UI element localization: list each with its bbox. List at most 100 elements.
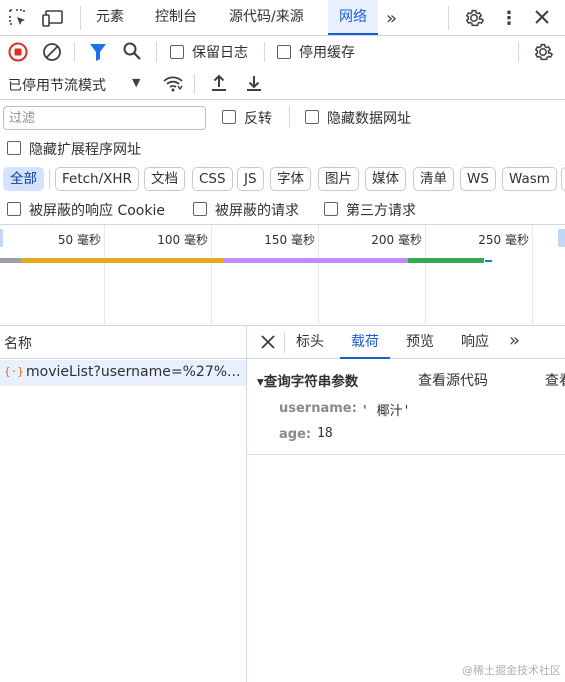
timeline-gridline (425, 225, 426, 325)
filter-chip-manifest[interactable]: 清单 (413, 167, 454, 191)
filter-funnel-icon[interactable] (89, 42, 107, 62)
invert-checkbox[interactable] (222, 110, 236, 124)
network-toolbar: 保留日志 停用缓存 (0, 37, 565, 67)
filter-chip-wasm[interactable]: Wasm (502, 167, 557, 191)
stop-recording-icon[interactable] (8, 42, 28, 62)
throttling-select[interactable]: 已停用节流模式 (8, 75, 106, 95)
name-column-header[interactable]: 名称 (4, 333, 32, 353)
timeline-tick-label: 250 毫秒 (478, 233, 529, 247)
filter-chip-media[interactable]: 媒体 (365, 167, 406, 191)
waterfall-waiting-segment (21, 258, 224, 263)
filter-chip-doc[interactable]: 文档 (144, 167, 185, 191)
divider (264, 42, 265, 62)
timeline-gridline (318, 225, 319, 325)
divider (74, 42, 75, 62)
devtools-tab-bar: 元素 控制台 源代码/来源 网络 » ⋮ (0, 0, 565, 36)
section-title[interactable]: ▾查询字符串参数 (257, 370, 358, 390)
request-name: movieList?username=%27%... (26, 364, 241, 380)
disable-cache-label: 停用缓存 (299, 45, 355, 61)
blocked-cookies-label: 被屏蔽的响应 Cookie (29, 203, 165, 219)
tab-sources[interactable]: 源代码/来源 (229, 0, 304, 35)
filter-chip-js[interactable]: JS (237, 167, 264, 191)
hide-extension-urls-checkbox[interactable] (7, 141, 21, 155)
divider (284, 333, 285, 353)
tab-response[interactable]: 响应 (461, 326, 489, 359)
filter-chip-overflow[interactable] (561, 167, 565, 191)
timeline-gridline (211, 225, 212, 325)
divider (518, 42, 519, 62)
more-tabs-icon[interactable]: » (386, 8, 397, 29)
inspect-element-icon[interactable] (8, 8, 28, 28)
network-settings-gear-icon[interactable] (532, 41, 554, 63)
timeline-tick-label: 100 毫秒 (157, 233, 208, 247)
timeline-overview[interactable]: 50 毫秒 100 毫秒 150 毫秒 200 毫秒 250 毫秒 (0, 224, 565, 326)
tab-preview[interactable]: 预览 (406, 326, 434, 359)
settings-gear-icon[interactable] (463, 7, 485, 29)
third-party-label: 第三方请求 (346, 203, 416, 219)
throttling-toolbar: 已停用节流模式 ▼ (0, 68, 565, 100)
preserve-log-label: 保留日志 (192, 45, 248, 61)
filter-chip-fetch-xhr[interactable]: Fetch/XHR (55, 167, 139, 191)
tab-elements[interactable]: 元素 (96, 0, 124, 35)
dropdown-arrow-icon[interactable]: ▼ (132, 76, 140, 89)
request-list-header: 名称 (0, 326, 246, 359)
import-har-upload-icon[interactable] (209, 73, 229, 93)
blocked-cookies-checkbox[interactable] (7, 202, 21, 216)
export-har-download-icon[interactable] (244, 73, 264, 93)
tab-headers[interactable]: 标头 (296, 326, 324, 359)
tab-network[interactable]: 网络 (328, 0, 378, 35)
invert-label: 反转 (244, 111, 272, 127)
details-tab-bar: 标头 载荷 预览 响应 » (247, 326, 565, 359)
more-detail-tabs-icon[interactable]: » (509, 330, 520, 351)
filter-chip-img[interactable]: 图片 (318, 167, 359, 191)
hide-data-urls-label: 隐藏数据网址 (327, 111, 411, 127)
param-key: age: (279, 427, 312, 442)
param-value: 18 (317, 426, 333, 441)
waterfall-tail-segment (485, 260, 492, 262)
filter-chip-font[interactable]: 字体 (270, 167, 311, 191)
blocked-requests-label: 被屏蔽的请求 (215, 203, 299, 219)
blocked-requests-checkbox[interactable] (193, 202, 207, 216)
disable-cache-checkbox[interactable] (277, 45, 291, 59)
filter-chip-all[interactable]: 全部 (3, 167, 44, 191)
search-icon[interactable] (122, 41, 142, 61)
divider (289, 106, 290, 128)
device-toolbar-icon[interactable] (42, 8, 64, 28)
network-conditions-wifi-icon[interactable] (162, 73, 184, 95)
watermark: @稀土掘金技术社区 (462, 664, 561, 677)
param-value: ' 椰汁' (361, 404, 411, 419)
waterfall-ttfb-segment (224, 258, 408, 263)
divider (194, 74, 195, 94)
request-details-pane: 标头 载荷 预览 响应 » ▾查询字符串参数 查看源代码 查看 username… (247, 326, 565, 682)
timeline-gridline (532, 225, 533, 325)
clear-icon[interactable] (42, 42, 62, 62)
view-source-link[interactable]: 查看源代码 (418, 370, 488, 390)
param-key: username: (279, 401, 357, 416)
waterfall-download-segment (408, 258, 484, 263)
close-icon[interactable] (532, 7, 552, 27)
divider (448, 6, 449, 30)
tab-payload[interactable]: 载荷 (340, 326, 390, 359)
third-party-checkbox[interactable] (324, 202, 338, 216)
query-params-section: ▾查询字符串参数 查看源代码 查看 username: ' 椰汁' age: 1… (247, 360, 565, 455)
waterfall-stalled-segment (0, 258, 21, 263)
timeline-tick-label: 150 毫秒 (264, 233, 315, 247)
request-list-pane: 名称 {·} movieList?username=%27%... (0, 326, 247, 682)
divider (49, 169, 50, 189)
more-options-icon[interactable]: ⋮ (500, 8, 518, 29)
preserve-log-checkbox[interactable] (170, 45, 184, 59)
timeline-tick-label: 200 毫秒 (371, 233, 422, 247)
timeline-left-handle[interactable] (0, 229, 3, 247)
divider (156, 42, 157, 62)
request-row[interactable]: {·} movieList?username=%27%... (0, 360, 246, 386)
view-decoded-link[interactable]: 查看 (545, 370, 565, 390)
tab-console[interactable]: 控制台 (155, 0, 197, 35)
hide-data-urls-checkbox[interactable] (305, 110, 319, 124)
filter-chip-ws[interactable]: WS (460, 167, 496, 191)
close-details-icon[interactable] (261, 335, 275, 349)
timeline-right-handle[interactable] (558, 229, 565, 247)
timeline-tick-label: 50 毫秒 (57, 233, 101, 247)
filter-input[interactable] (3, 106, 206, 130)
divider (80, 6, 81, 30)
filter-chip-css[interactable]: CSS (192, 167, 233, 191)
